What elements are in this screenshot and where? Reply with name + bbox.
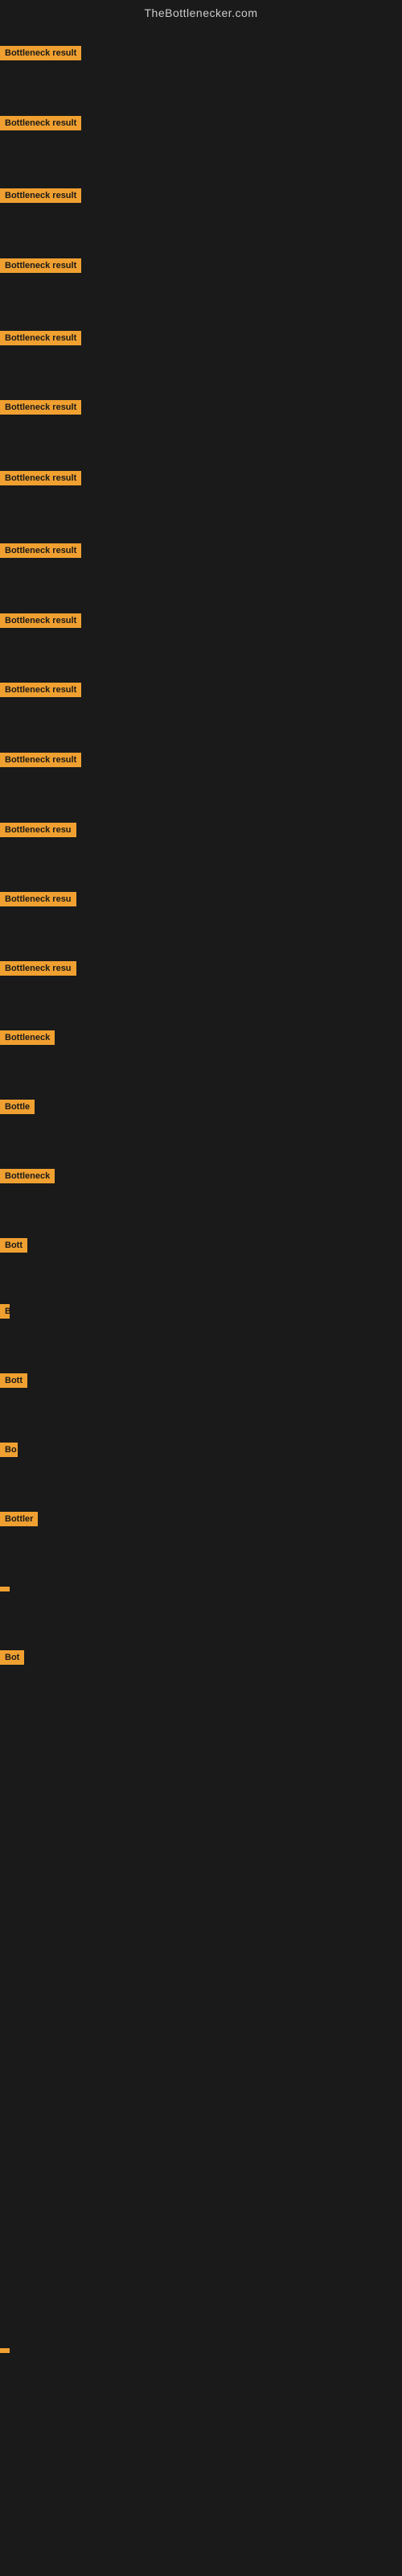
- bottleneck-item[interactable]: [0, 2343, 10, 2357]
- bottleneck-badge: [0, 2348, 10, 2353]
- bottleneck-item[interactable]: Bottleneck result: [0, 258, 81, 277]
- bottleneck-badge: [0, 1587, 10, 1591]
- bottleneck-item[interactable]: Bottleneck result: [0, 753, 81, 771]
- bottleneck-badge: Bo: [0, 1443, 18, 1457]
- bottleneck-badge: Bottler: [0, 1512, 38, 1526]
- bottleneck-badge: Bottleneck result: [0, 400, 81, 415]
- bottleneck-item[interactable]: B: [0, 1304, 10, 1323]
- bottleneck-item[interactable]: Bottleneck: [0, 1030, 55, 1049]
- bottleneck-badge: Bottleneck: [0, 1169, 55, 1183]
- bottleneck-item[interactable]: Bottleneck result: [0, 613, 81, 632]
- bottleneck-item[interactable]: Bottleneck result: [0, 683, 81, 701]
- bottleneck-badge: Bottleneck result: [0, 331, 81, 345]
- bottleneck-badge: Bottle: [0, 1100, 35, 1114]
- bottleneck-badge: Bott: [0, 1373, 27, 1388]
- bottleneck-badge: Bottleneck resu: [0, 823, 76, 837]
- bottleneck-item[interactable]: Bottleneck resu: [0, 823, 76, 841]
- bottleneck-badge: Bottleneck resu: [0, 892, 76, 906]
- bottleneck-badge: Bottleneck result: [0, 46, 81, 60]
- bottleneck-item[interactable]: Bo: [0, 1443, 18, 1461]
- bottleneck-badge: Bottleneck result: [0, 116, 81, 130]
- bottleneck-item[interactable]: Bottleneck result: [0, 400, 81, 419]
- bottleneck-item[interactable]: Bottleneck result: [0, 116, 81, 134]
- bottleneck-item[interactable]: Bottleneck result: [0, 46, 81, 64]
- bottleneck-badge: B: [0, 1304, 10, 1319]
- bottleneck-badge: Bottleneck result: [0, 471, 81, 485]
- bottleneck-badge: Bot: [0, 1650, 24, 1665]
- bottleneck-item[interactable]: Bottleneck result: [0, 543, 81, 562]
- bottleneck-badge: Bottleneck result: [0, 543, 81, 558]
- bottleneck-item[interactable]: Bot: [0, 1650, 24, 1669]
- bottleneck-badge: Bottleneck result: [0, 188, 81, 203]
- bottleneck-item[interactable]: Bottler: [0, 1512, 38, 1530]
- bottleneck-item[interactable]: Bottleneck result: [0, 331, 81, 349]
- bottleneck-item[interactable]: Bott: [0, 1373, 27, 1392]
- bottleneck-badge: Bottleneck result: [0, 683, 81, 697]
- bottleneck-badge: Bottleneck result: [0, 258, 81, 273]
- site-title: TheBottlenecker.com: [0, 0, 402, 23]
- bottleneck-item[interactable]: Bottleneck resu: [0, 961, 76, 980]
- bottleneck-badge: Bottleneck result: [0, 613, 81, 628]
- bottleneck-badge: Bott: [0, 1238, 27, 1253]
- bottleneck-badge: Bottleneck resu: [0, 961, 76, 976]
- bottleneck-item[interactable]: Bottle: [0, 1100, 35, 1118]
- bottleneck-badge: Bottleneck result: [0, 753, 81, 767]
- bottleneck-item[interactable]: Bottleneck result: [0, 188, 81, 207]
- bottleneck-item[interactable]: Bottleneck: [0, 1169, 55, 1187]
- bottleneck-item[interactable]: Bottleneck resu: [0, 892, 76, 910]
- bottleneck-item[interactable]: Bottleneck result: [0, 471, 81, 489]
- bottleneck-item[interactable]: [0, 1581, 10, 1596]
- bottleneck-item[interactable]: Bott: [0, 1238, 27, 1257]
- bottleneck-badge: Bottleneck: [0, 1030, 55, 1045]
